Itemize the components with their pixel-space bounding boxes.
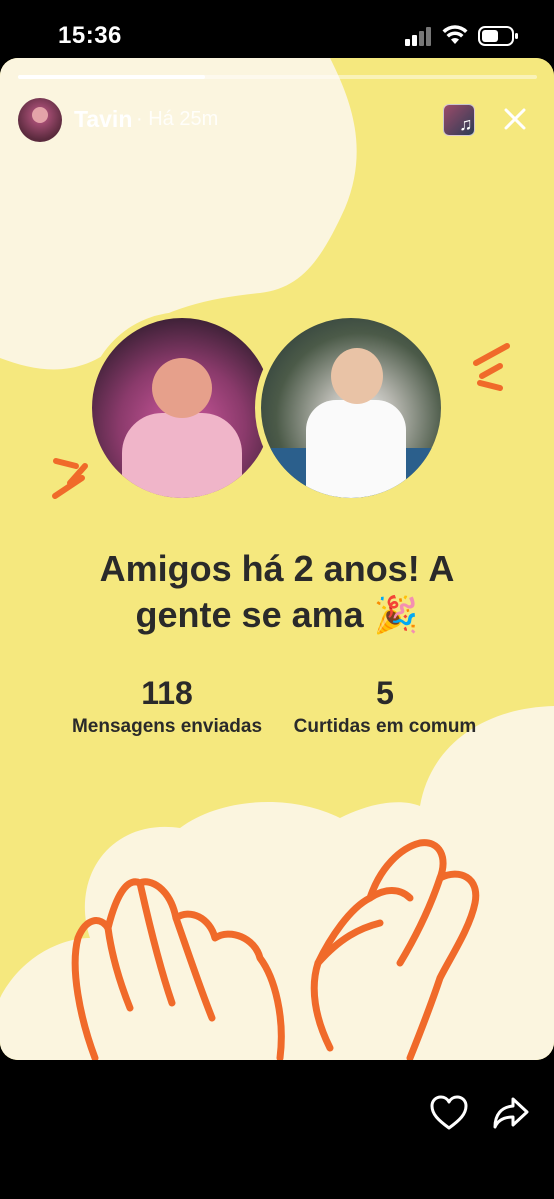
battery-icon — [478, 26, 518, 46]
status-bar: 15:36 — [0, 0, 554, 60]
heart-icon[interactable] — [430, 1095, 468, 1131]
story-heading: Amigos há 2 anos! A gente se ama 🎉 — [99, 548, 455, 635]
wifi-icon — [442, 25, 468, 44]
stat-messages: 118 Mensagens enviadas — [52, 674, 282, 738]
stat-likes: 5 Curtidas em comum — [270, 674, 500, 738]
story-progress-fill — [18, 75, 205, 79]
friend-photo-left — [86, 312, 278, 504]
username[interactable]: Tavin — [74, 106, 132, 133]
close-icon[interactable] — [500, 104, 530, 134]
stat-value: 5 — [376, 675, 394, 711]
time-ago: · Há 25m — [136, 108, 219, 130]
stat-label: Mensagens enviadas — [71, 716, 263, 737]
signal-icon — [405, 27, 431, 46]
story-header: Tavin · Há 25m ♫ — [18, 98, 538, 144]
share-icon[interactable] — [492, 1095, 530, 1131]
stat-label: Curtidas em comum — [293, 716, 477, 737]
story-progress-bar — [18, 75, 537, 79]
friend-photo-right — [255, 312, 447, 504]
avatar[interactable] — [18, 98, 62, 142]
music-note-icon: ♫ — [459, 114, 473, 134]
status-time: 15:36 — [58, 22, 122, 49]
story-card[interactable]: Tavin · Há 25m ♫ Amigos há 2 anos! A gen… — [0, 58, 554, 1060]
stat-value: 118 — [141, 675, 193, 711]
